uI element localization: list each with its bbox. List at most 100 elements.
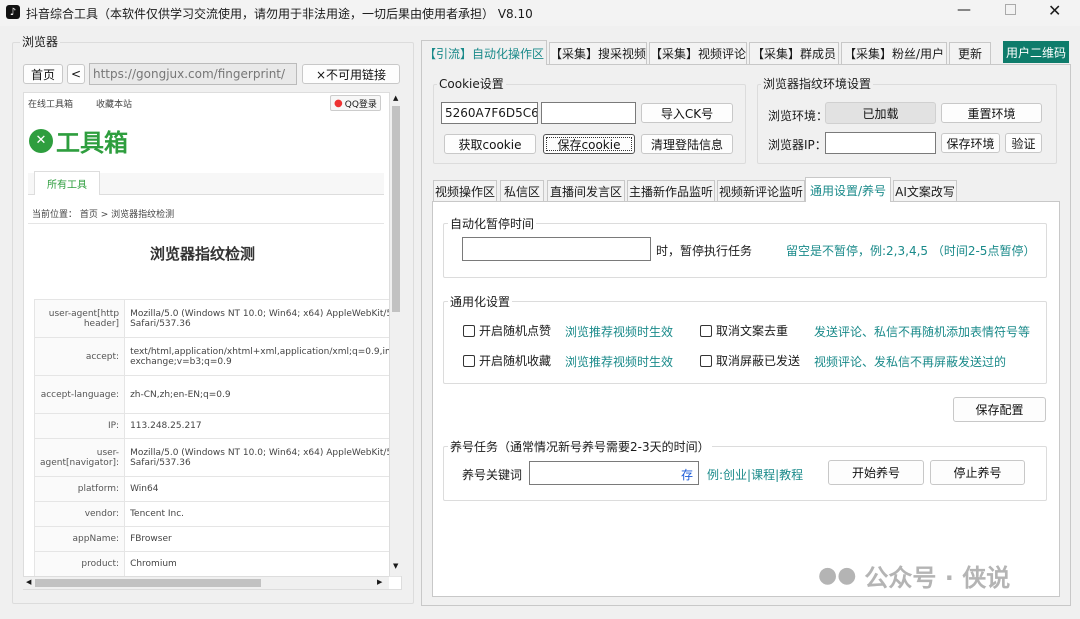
title-bar: ♪ 抖音综合工具（本软件仅供学习交流使用，请勿用于非法用途，一切后果由使用者承担… [0,0,1080,26]
random-fav-checkbox[interactable]: 开启随机收藏 [463,352,551,369]
cancel-block-box[interactable] [700,354,712,367]
random-like-checkbox[interactable]: 开启随机点赞 [463,322,551,339]
cancel-block-label: 取消屏蔽已发送 [716,354,801,368]
scroll-down-icon[interactable]: ▼ [393,562,398,570]
cancel-dedupe-checkbox[interactable]: 取消文案去重 [700,322,788,339]
top-link-favorite[interactable]: 收藏本站 [96,97,132,110]
random-like-label: 开启随机点赞 [479,324,552,338]
user-qrcode-button[interactable]: 用户二维码 [1003,41,1069,63]
home-button[interactable]: 首页 [23,64,63,84]
ck-value-field[interactable]: 5260A7F6D5C65; [441,102,538,124]
qq-login-button[interactable]: ● QQ登录 [330,95,381,111]
keyword-save-link[interactable]: 存 [681,466,693,483]
site-tab-all[interactable]: 所有工具 [34,171,100,195]
tab-search-video[interactable]: 【采集】搜采视频 [549,42,647,64]
fingerprint-key: vendor: [33,501,126,527]
subtab-general-settings[interactable]: 通用设置/养号 [805,177,891,202]
fingerprint-key: appName: [33,526,126,552]
fingerprint-key: user-agent[navigator]: [33,438,126,477]
subtab-video-ops[interactable]: 视频操作区 [433,180,497,201]
horizontal-scroll-thumb[interactable] [35,579,261,587]
import-ck-button[interactable]: 导入CK号 [641,103,733,123]
invalid-link-button[interactable]: ×不可用链接 [302,64,400,84]
table-row: appName: FBrowser [33,526,401,552]
cancel-block-checkbox[interactable]: 取消屏蔽已发送 [700,352,800,369]
fingerprint-table: user-agent[http header] Mozilla/5.0 (Wind… [33,299,401,577]
tab-auto-ops[interactable]: 【引流】自动化操作区 [421,40,547,65]
pause-time-field[interactable] [462,237,651,261]
save-cookie-button[interactable]: 保存cookie [543,134,635,154]
breadcrumb: 当前位置： 首页 > 浏览器指纹检测 [32,210,175,220]
cancel-block-hint: 视频评论、发私信不再屏蔽发送过的 [814,355,1007,369]
top-link-tools[interactable]: 在线工具箱 [28,97,73,110]
url-field[interactable]: https://gongjux.com/fingerprint/ [89,63,297,85]
random-like-hint: 浏览推荐视频时生效 [565,325,674,339]
fingerprint-value: Tencent Inc. [124,501,401,527]
random-like-box[interactable] [463,324,475,337]
clear-login-button[interactable]: 清理登陆信息 [641,134,733,154]
vertical-scroll-thumb[interactable] [392,106,400,312]
fingerprint-key: accept: [33,337,126,376]
env-label: 浏览环境： [768,109,829,123]
get-cookie-button[interactable]: 获取cookie [444,134,536,154]
wechat-icon: ●● [818,563,857,588]
cancel-dedupe-hint: 发送评论、私信不再随机添加表情符号等 [814,325,1031,339]
browser-group-label: 浏览器 [20,33,61,50]
tab-group-members[interactable]: 【采集】群成员 [749,42,839,64]
table-row: IP: 113.248.25.217 [33,413,401,439]
window-title: 抖音综合工具（本软件仅供学习交流使用，请勿用于非法用途，一切后果由使用者承担） … [26,7,533,21]
tab-fans[interactable]: 【采集】粉丝/用户 [841,42,947,64]
subtab-comment-monitor[interactable]: 视频新评论监听 [717,180,805,201]
random-fav-label: 开启随机收藏 [479,354,552,368]
subtab-streamer-monitor[interactable]: 主播新作品监听 [627,180,715,201]
table-row: platform: Win64 [33,476,401,502]
fingerprint-key: IP: [33,413,126,439]
keyword-field[interactable] [529,461,699,485]
cancel-dedupe-box[interactable] [700,324,712,337]
random-fav-box[interactable] [463,354,475,367]
fingerprint-value: text/html,application/xhtml+xml,applicat… [124,337,401,376]
subtab-dm[interactable]: 私信区 [500,180,544,201]
stop-nurture-button[interactable]: 停止养号 [930,460,1025,485]
start-nurture-button[interactable]: 开始养号 [828,460,924,485]
ck-input-field[interactable] [541,102,636,124]
fingerprint-value: Mozilla/5.0 (Windows NT 10.0; Win64; x64… [124,299,401,338]
scroll-right-icon[interactable]: ▶ [377,578,382,586]
vertical-scrollbar[interactable]: ▲ ▼ [389,92,402,576]
subtab-live-chat[interactable]: 直播间发言区 [547,180,625,201]
verify-button[interactable]: 验证 [1005,133,1042,153]
env-group-label: 浏览器指纹环境设置 [761,75,874,92]
fingerprint-key: user-agent[http header] [33,299,126,338]
table-row: accept: text/html,application/xhtml+xml,a… [33,337,401,376]
watermark: ●● 公众号 · 侠说 [818,558,1010,593]
app-icon: ♪ [6,5,20,19]
watermark-text: 公众号 · 侠说 [864,564,1011,592]
reset-env-button[interactable]: 重置环境 [941,103,1042,123]
back-button[interactable]: < [67,64,85,84]
close-icon[interactable]: ✕ [1048,1,1061,20]
fingerprint-value: zh-CN,zh;en-EN;q=0.9 [124,375,401,414]
save-config-button[interactable]: 保存配置 [953,397,1046,422]
minimize-icon[interactable]: — [957,2,971,18]
ip-label: 浏览器IP： [768,138,827,152]
fingerprint-value: Mozilla/5.0 (Windows NT 10.0; Win64; x64… [124,438,401,477]
scroll-up-icon[interactable]: ▲ [393,94,398,102]
wrench-icon: ✕ [29,128,53,153]
tab-video-comments[interactable]: 【采集】视频评论 [649,42,747,64]
maximize-icon[interactable] [1005,4,1016,15]
tab-update[interactable]: 更新 [949,42,991,64]
fingerprint-value: FBrowser [124,526,401,552]
subtab-ai-rewrite[interactable]: AI文案改写 [893,180,957,201]
site-divider [28,223,384,224]
table-row: accept-language: zh-CN,zh;en-EN;q=0.9 [33,375,401,414]
scroll-left-icon[interactable]: ◀ [26,578,31,586]
random-fav-hint: 浏览推荐视频时生效 [565,355,674,369]
horizontal-scrollbar[interactable]: ◀ ▶ [23,576,389,589]
save-env-button[interactable]: 保存环境 [941,133,1000,153]
general-group-label: 通用化设置 [448,293,513,310]
cancel-dedupe-label: 取消文案去重 [716,324,789,338]
page-title: 浏览器指纹检测 [150,245,256,263]
nurture-group-label: 养号任务（通常情况新号养号需要2-3天的时间） [448,438,712,455]
browser-ip-field[interactable] [825,132,936,154]
general-group [443,301,1047,384]
